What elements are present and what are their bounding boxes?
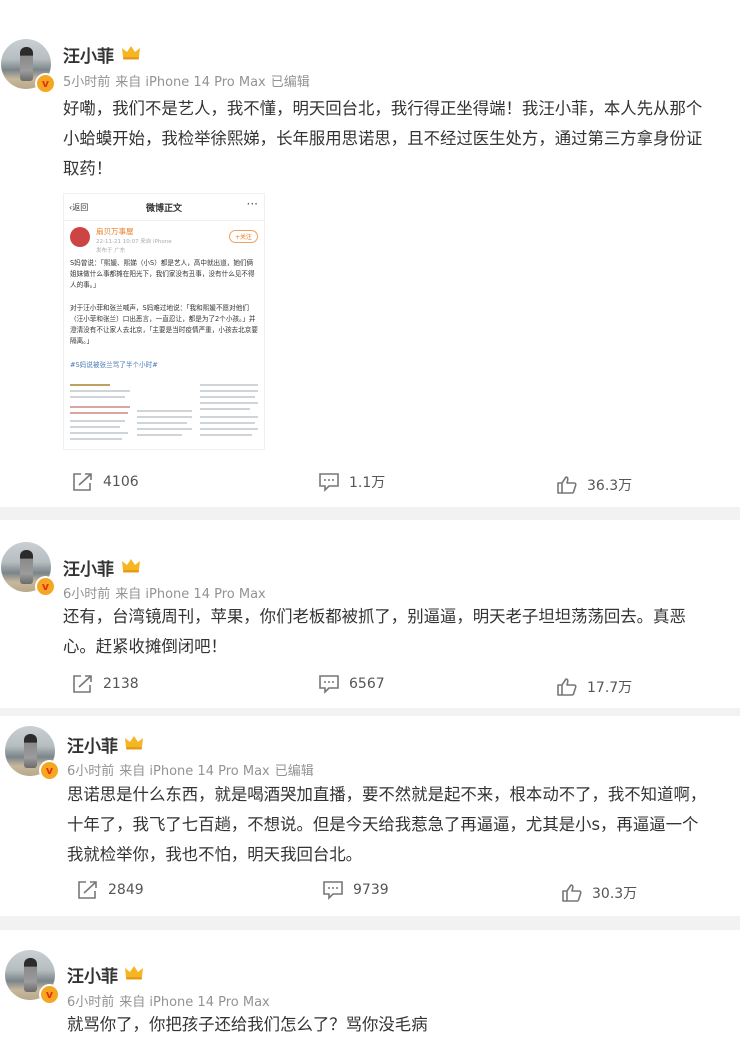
avatar[interactable]: v [5,726,60,781]
author-name[interactable]: 汪小菲 [67,732,118,757]
weibo-post: v 汪小菲 6小时前 来自 iPhone 14 Pro Max 已编辑 思诺思是什么… [0,716,740,916]
avatar[interactable]: v [1,39,56,94]
post-time[interactable]: 6小时前 [63,587,110,602]
comment-icon [319,675,339,694]
post-text: 还有，台湾镜周刊，苹果，你们老板都被抓了，别逼逼，明天老子坦坦荡荡回去。真恶心。… [63,607,686,656]
weibo-post: v 汪小菲 6小时前 来自 iPhone 14 Pro Max 就骂你了，你把孩子… [0,930,740,1060]
like-count: 30.3万 [592,886,638,902]
crown-icon [122,559,140,573]
image-avatar [70,227,90,247]
verified-v-icon: v [39,984,60,1005]
forward-count: 2849 [108,882,144,898]
post-time[interactable]: 6小时前 [67,995,114,1010]
author-name[interactable]: 汪小菲 [63,555,114,580]
image-author: 扇贝万事屋 [96,227,134,236]
forward-count: 2138 [103,676,139,692]
verified-v-icon: v [35,576,56,597]
more-icon: ··· [246,197,258,211]
post-time[interactable]: 5小时前 [63,75,110,90]
post-source: 来自 iPhone 14 Pro Max [115,75,266,90]
forward-icon [73,675,92,693]
post-source: 来自 iPhone 14 Pro Max [115,587,266,602]
post-source: 来自 iPhone 14 Pro Max [119,995,270,1010]
like-count: 36.3万 [587,478,633,494]
verified-v-icon: v [39,760,60,781]
comment-count: 1.1万 [349,475,386,491]
weibo-post: v 汪小菲 5小时前 来自 iPhone 14 Pro Max 已编辑 好嘞，我们不… [0,0,740,507]
image-sub: 发布于 广东 [96,248,126,254]
post-actions: 4106 1.1万 36.3万 [0,467,740,497]
comment-count: 9739 [353,882,389,898]
image-paragraph-1: S妈曾说：「熙媛、熙娣（小S）都是艺人，高中就出道，她们俩姐妹做什么事都摊在阳光… [70,259,255,289]
weibo-post: v 汪小菲 6小时前 来自 iPhone 14 Pro Max 还有，台湾镜周刊，… [0,520,740,708]
post-text: 思诺思是什么东西，就是喝酒哭加直播，要不然就是起不来，根本动不了，我不知道啊，十… [67,785,707,864]
like-icon [562,884,582,902]
post-actions: 2849 9739 30.3万 [0,875,740,905]
image-follow: +关注 [228,230,258,243]
like-icon [557,678,577,696]
edited-label[interactable]: 已编辑 [275,764,314,779]
comment-count: 6567 [349,676,385,692]
crown-icon [122,46,140,60]
forward-button[interactable]: 4106 [72,467,139,497]
image-title: 微博正文 [145,204,182,214]
like-button[interactable]: 17.7万 [556,672,632,702]
forward-count: 4106 [103,474,139,490]
comment-button[interactable]: 9739 [322,875,389,905]
crown-icon [125,736,143,750]
post-meta: 5小时前 来自 iPhone 14 Pro Max 已编辑 [63,71,315,90]
comment-icon [319,473,339,492]
forward-icon [73,473,92,491]
post-meta: 6小时前 来自 iPhone 14 Pro Max [63,583,271,602]
image-time: 22-11-21 10:07 来自 iPhone [96,239,172,245]
image-hashtag: #S妈说被张兰骂了半个小时# [70,361,158,369]
author-name[interactable]: 汪小菲 [67,962,118,987]
comment-icon [323,881,343,900]
post-text: 就骂你了，你把孩子还给我们怎么了？骂你没毛病 [67,1015,428,1034]
like-count: 17.7万 [587,680,633,696]
comment-button[interactable]: 1.1万 [318,467,385,497]
like-icon [557,476,577,494]
post-time[interactable]: 6小时前 [67,764,114,779]
post-source: 来自 iPhone 14 Pro Max [119,764,270,779]
post-image[interactable]: ‹返回 微博正文 ··· 扇贝万事屋 22-11-21 10:07 来自 iPh… [63,193,265,450]
avatar[interactable]: v [1,542,56,597]
image-header: ‹返回 微博正文 ··· [64,194,264,221]
forward-button[interactable]: 2849 [77,875,144,905]
verified-v-icon: v [35,73,56,94]
avatar[interactable]: v [5,950,60,1005]
forward-button[interactable]: 2138 [72,669,139,699]
crown-icon [125,966,143,980]
image-thumbnails [70,380,258,446]
post-meta: 6小时前 来自 iPhone 14 Pro Max 已编辑 [67,760,319,779]
post-text: 好嘞，我们不是艺人，我不懂，明天回台北，我行得正坐得端！我汪小菲，本人先从那个小… [63,99,703,178]
like-button[interactable]: 30.3万 [561,878,637,908]
like-button[interactable]: 36.3万 [556,470,632,500]
comment-button[interactable]: 6567 [318,669,385,699]
image-paragraph-2: 对于汪小菲和张兰喊声，S妈难过地说：「我和熙媛不愿对他们（汪小菲和张兰）口出恶言… [70,304,258,345]
edited-label[interactable]: 已编辑 [271,75,310,90]
post-actions: 2138 6567 17.7万 [0,669,740,699]
forward-icon [78,881,97,899]
author-name[interactable]: 汪小菲 [63,42,114,67]
post-meta: 6小时前 来自 iPhone 14 Pro Max [67,991,275,1010]
